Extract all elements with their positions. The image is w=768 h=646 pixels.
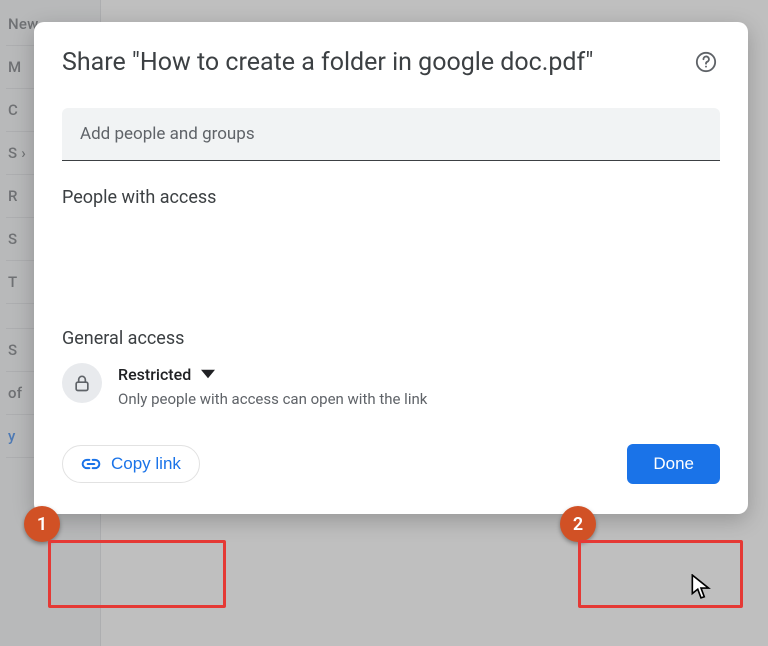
dialog-title: Share "How to create a folder in google … bbox=[62, 46, 593, 80]
dialog-header: Share "How to create a folder in google … bbox=[62, 46, 720, 80]
help-icon bbox=[695, 51, 717, 73]
access-info: Restricted Only people with access can o… bbox=[118, 363, 720, 408]
done-button[interactable]: Done bbox=[627, 444, 720, 484]
chevron-down-icon bbox=[201, 367, 215, 381]
copy-link-label: Copy link bbox=[111, 454, 181, 474]
access-level-label: Restricted bbox=[118, 365, 191, 384]
link-icon bbox=[81, 454, 101, 474]
general-access-row: Restricted Only people with access can o… bbox=[62, 363, 720, 408]
add-people-input[interactable] bbox=[62, 108, 720, 160]
general-access-heading: General access bbox=[62, 328, 720, 349]
people-with-access-heading: People with access bbox=[62, 187, 720, 208]
lock-icon-badge bbox=[62, 363, 102, 403]
access-level-description: Only people with access can open with th… bbox=[118, 390, 720, 408]
share-dialog: Share "How to create a folder in google … bbox=[34, 22, 748, 514]
add-people-field-wrapper[interactable] bbox=[62, 108, 720, 161]
lock-icon bbox=[72, 373, 92, 393]
copy-link-button[interactable]: Copy link bbox=[62, 445, 200, 483]
dialog-footer: Copy link Done bbox=[62, 444, 720, 484]
help-button[interactable] bbox=[692, 48, 720, 76]
access-level-select[interactable]: Restricted bbox=[112, 363, 720, 386]
